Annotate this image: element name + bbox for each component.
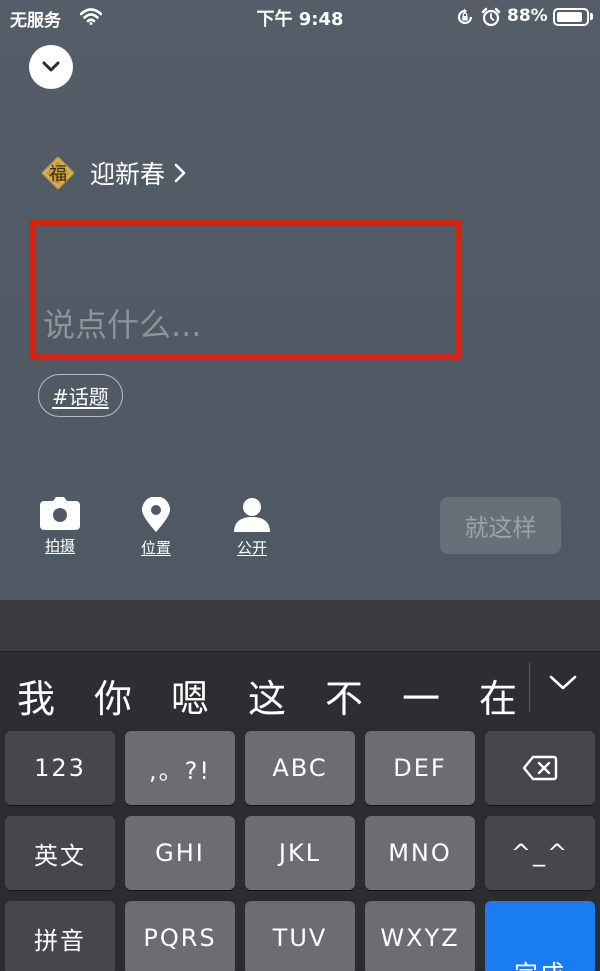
topic-selector[interactable]: 福 迎新春: [38, 152, 187, 194]
key-123[interactable]: 123: [5, 731, 115, 805]
post-text-input[interactable]: 说点什么...: [29, 220, 462, 360]
key-pqrs[interactable]: PQRS: [125, 901, 235, 971]
battery-icon: [553, 8, 589, 26]
hashtag-button[interactable]: #话题: [38, 374, 123, 417]
key-pinyin[interactable]: 拼音: [5, 901, 115, 971]
candidate-word[interactable]: 这: [237, 668, 297, 723]
key-tuv[interactable]: TUV: [245, 901, 355, 971]
key-ghi[interactable]: GHI: [125, 816, 235, 890]
backspace-icon: [522, 755, 558, 781]
collapse-button[interactable]: [29, 45, 73, 89]
person-icon: [234, 498, 270, 532]
expand-candidates-icon[interactable]: [548, 674, 578, 692]
location-button[interactable]: 位置: [126, 497, 186, 558]
privacy-label: 公开: [236, 539, 267, 557]
topic-title: 迎新春: [90, 160, 166, 189]
chevron-right-icon: [174, 163, 186, 183]
key-mno[interactable]: MNO: [365, 816, 475, 890]
keyboard: 我 你 嗯 这 不 一 在 123 ,。?! ABC DEF 英文 GHI JK…: [0, 600, 600, 971]
privacy-button[interactable]: 公开: [222, 497, 282, 558]
key-punctuation[interactable]: ,。?!: [125, 731, 235, 805]
candidate-word[interactable]: 在: [468, 668, 528, 723]
candidate-word[interactable]: 我: [6, 668, 66, 723]
battery-tip: [590, 13, 593, 20]
alarm-icon: [481, 7, 501, 31]
fu-badge-icon: 福: [38, 153, 78, 193]
candidate-word[interactable]: 你: [83, 668, 143, 723]
key-emoticon[interactable]: ^_^: [485, 816, 595, 890]
candidate-word[interactable]: 嗯: [160, 668, 220, 723]
key-wxyz[interactable]: WXYZ: [365, 901, 475, 971]
key-english[interactable]: 英文: [5, 816, 115, 890]
done-key-label: 完成: [514, 954, 566, 971]
candidate-word[interactable]: 不: [314, 668, 374, 723]
location-label: 位置: [140, 539, 171, 557]
status-bar: 无服务 下午 9:48 88%: [0, 0, 600, 34]
submit-button[interactable]: 就这样: [440, 497, 561, 554]
badge-text: 福: [49, 164, 67, 185]
location-pin-icon: [142, 497, 170, 532]
input-placeholder: 说点什么...: [43, 306, 202, 344]
key-def[interactable]: DEF: [365, 731, 475, 805]
backspace-key[interactable]: [485, 731, 595, 805]
candidate-divider: [529, 662, 530, 712]
rotation-lock-icon: [456, 8, 474, 30]
photo-label: 拍摄: [44, 537, 75, 555]
done-key[interactable]: 完成: [485, 901, 595, 971]
camera-icon: [40, 497, 80, 530]
battery-percent: 88%: [507, 6, 548, 26]
candidate-bar: 我 你 嗯 这 不 一 在: [0, 651, 600, 726]
chevron-down-icon: [42, 61, 60, 72]
battery-fill: [557, 12, 582, 22]
keyboard-accessory-bar: [0, 600, 600, 651]
photo-button[interactable]: 拍摄: [30, 497, 90, 556]
key-jkl[interactable]: JKL: [245, 816, 355, 890]
candidate-word[interactable]: 一: [391, 668, 451, 723]
key-abc[interactable]: ABC: [245, 731, 355, 805]
